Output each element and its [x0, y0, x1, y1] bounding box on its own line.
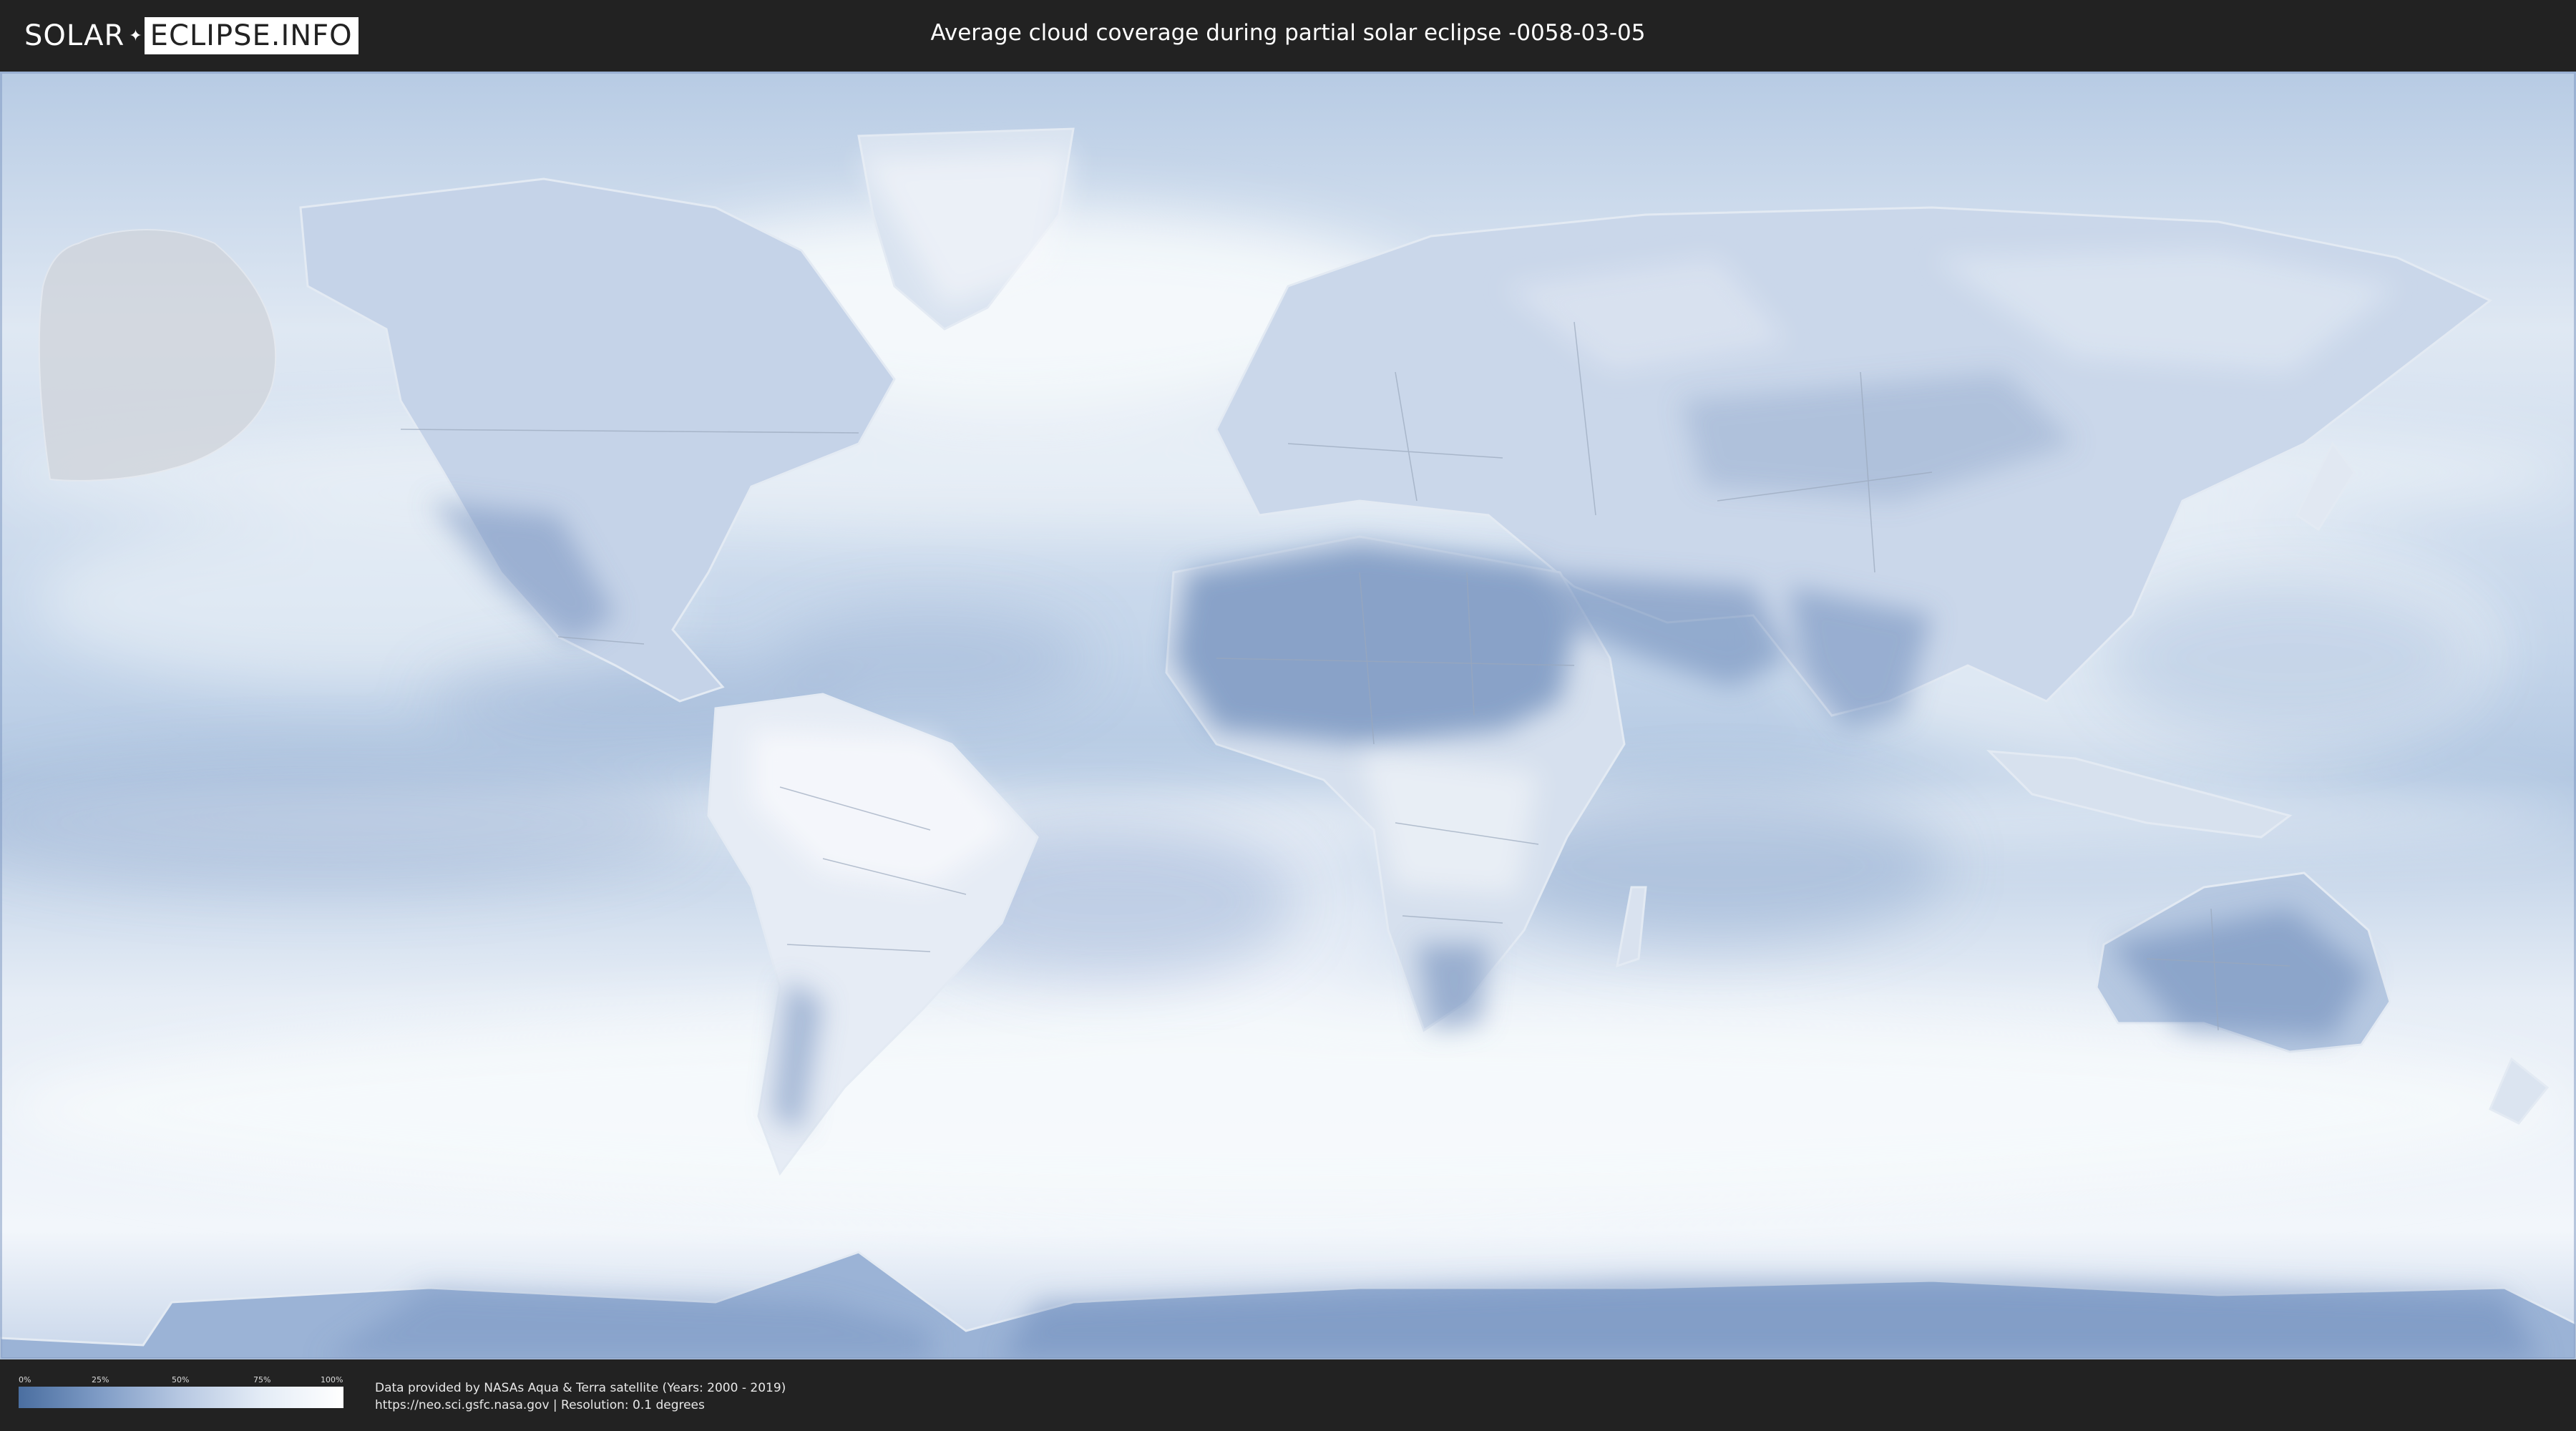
credit-url-resolution[interactable]: https://neo.sci.gsfc.nasa.gov | Resoluti…: [375, 1397, 786, 1414]
map-frame: [0, 72, 2576, 1359]
legend-tick-75: 75%: [253, 1375, 271, 1384]
footer-bar: 0% 25% 50% 75% 100% Data provided by NAS…: [0, 1359, 2576, 1431]
credit-source: Data provided by NASAs Aqua & Terra sate…: [375, 1381, 786, 1395]
cloud-coverage-legend: 0% 25% 50% 75% 100%: [19, 1375, 343, 1408]
legend-tick-0: 0%: [19, 1375, 31, 1384]
legend-tick-25: 25%: [92, 1375, 109, 1384]
legend-tick-50: 50%: [172, 1375, 190, 1384]
legend-tick-100: 100%: [321, 1375, 343, 1384]
cloud-coverage-map[interactable]: [0, 72, 2576, 1359]
data-credits: Data provided by NASAs Aqua & Terra sate…: [375, 1379, 786, 1414]
legend-color-bar: [19, 1387, 343, 1408]
header-bar: SOLAR ✦ ECLIPSE.INFO Average cloud cover…: [0, 0, 2576, 72]
legend-ticks: 0% 25% 50% 75% 100%: [19, 1375, 343, 1387]
page-title: Average cloud coverage during partial so…: [930, 20, 1646, 46]
